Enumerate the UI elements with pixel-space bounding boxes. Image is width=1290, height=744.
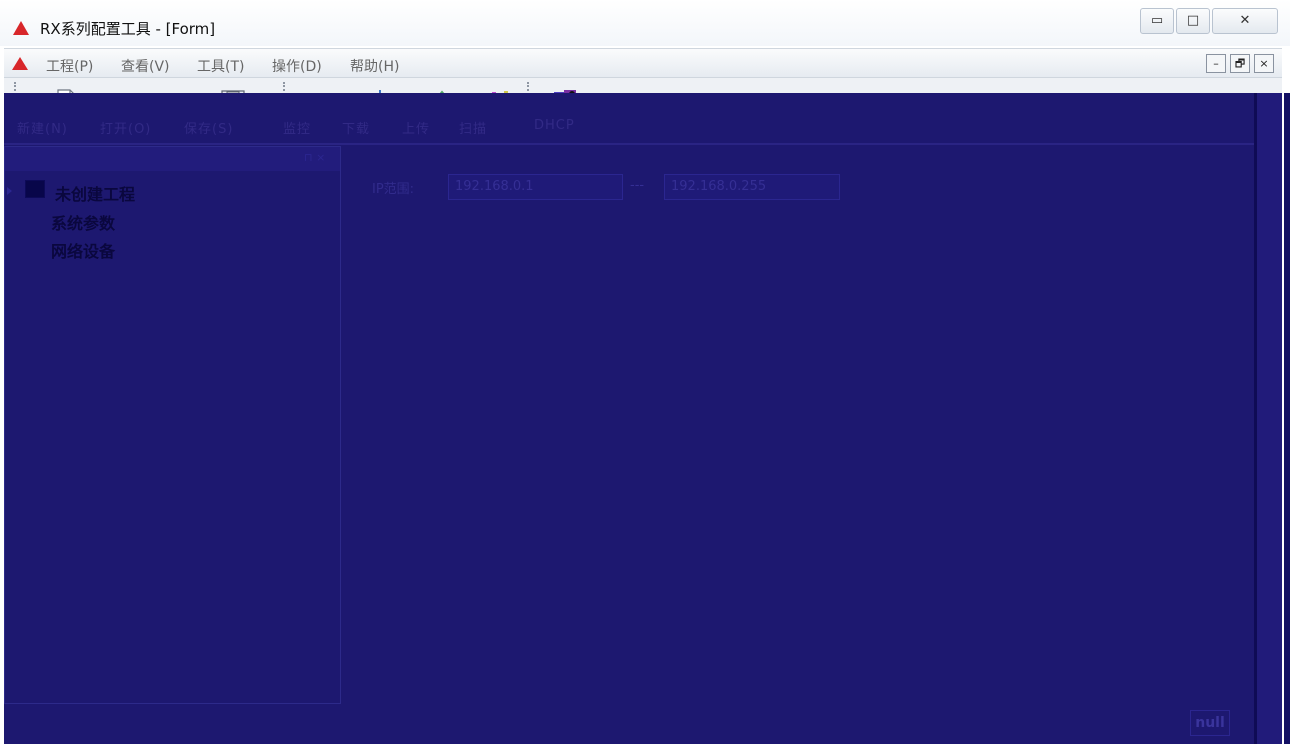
pin-icon[interactable]: ⊓ × bbox=[304, 151, 334, 165]
ip-start-input[interactable]: 192.168.0.1 bbox=[448, 174, 623, 200]
tree-root-node[interactable]: 未创建工程 bbox=[55, 181, 135, 205]
toolbar-divider bbox=[4, 143, 1282, 145]
tree-expand-icon[interactable] bbox=[7, 187, 12, 195]
menu-view[interactable]: 查看(V) bbox=[121, 56, 170, 76]
open-label[interactable]: 打开(O) bbox=[100, 118, 151, 137]
project-tree-panel: ⊓ × 未创建工程 系统参数 网络设备 bbox=[4, 146, 341, 704]
menu-project[interactable]: 工程(P) bbox=[46, 56, 93, 76]
window-titlebar: RX系列配置工具 - [Form] ▭ □ ✕ bbox=[0, 0, 1290, 46]
ip-range-separator: --- bbox=[630, 178, 645, 193]
ip-range-label: IP范围: bbox=[372, 182, 415, 197]
maximize-button[interactable]: □ bbox=[1176, 8, 1210, 34]
app-logo-icon bbox=[13, 21, 29, 35]
download-label[interactable]: 下载 bbox=[342, 118, 370, 137]
vertical-scrollbar[interactable] bbox=[1284, 93, 1290, 744]
mdi-restore-button[interactable]: 🗗 bbox=[1230, 54, 1250, 73]
form-logo-icon bbox=[12, 57, 28, 70]
dhcp-label[interactable]: DHCP bbox=[534, 118, 575, 133]
menu-operate[interactable]: 操作(D) bbox=[272, 56, 322, 76]
upload-label[interactable]: 上传 bbox=[402, 118, 430, 137]
minimize-button[interactable]: ▭ bbox=[1140, 8, 1174, 34]
menu-tools[interactable]: 工具(T) bbox=[197, 56, 244, 76]
tree-node-network-devices[interactable]: 网络设备 bbox=[51, 238, 115, 262]
new-label[interactable]: 新建(N) bbox=[17, 118, 68, 137]
menu-help[interactable]: 帮助(H) bbox=[350, 56, 399, 76]
save-label[interactable]: 保存(S) bbox=[184, 118, 233, 137]
scan-label[interactable]: 扫描 bbox=[459, 118, 487, 137]
project-node-icon bbox=[25, 180, 45, 198]
ip-end-input[interactable]: 192.168.0.255 bbox=[664, 174, 840, 200]
close-button[interactable]: ✕ bbox=[1212, 8, 1278, 34]
window-title: RX系列配置工具 - [Form] bbox=[40, 20, 216, 38]
toolbar-labels: 新建(N) 打开(O) 保存(S) 监控 下载 上传 扫描 DHCP bbox=[4, 118, 1282, 142]
mdi-minimize-button[interactable]: – bbox=[1206, 54, 1226, 73]
side-dock bbox=[1257, 93, 1282, 744]
monitor-label[interactable]: 监控 bbox=[283, 118, 311, 137]
mdi-close-button[interactable]: × bbox=[1254, 54, 1274, 73]
tree-node-system-params[interactable]: 系统参数 bbox=[51, 210, 115, 234]
menubar: 工程(P) 查看(V) 工具(T) 操作(D) 帮助(H) – 🗗 × bbox=[4, 48, 1282, 78]
status-null-badge: null bbox=[1190, 710, 1230, 736]
tree-panel-header: ⊓ × bbox=[5, 147, 340, 171]
